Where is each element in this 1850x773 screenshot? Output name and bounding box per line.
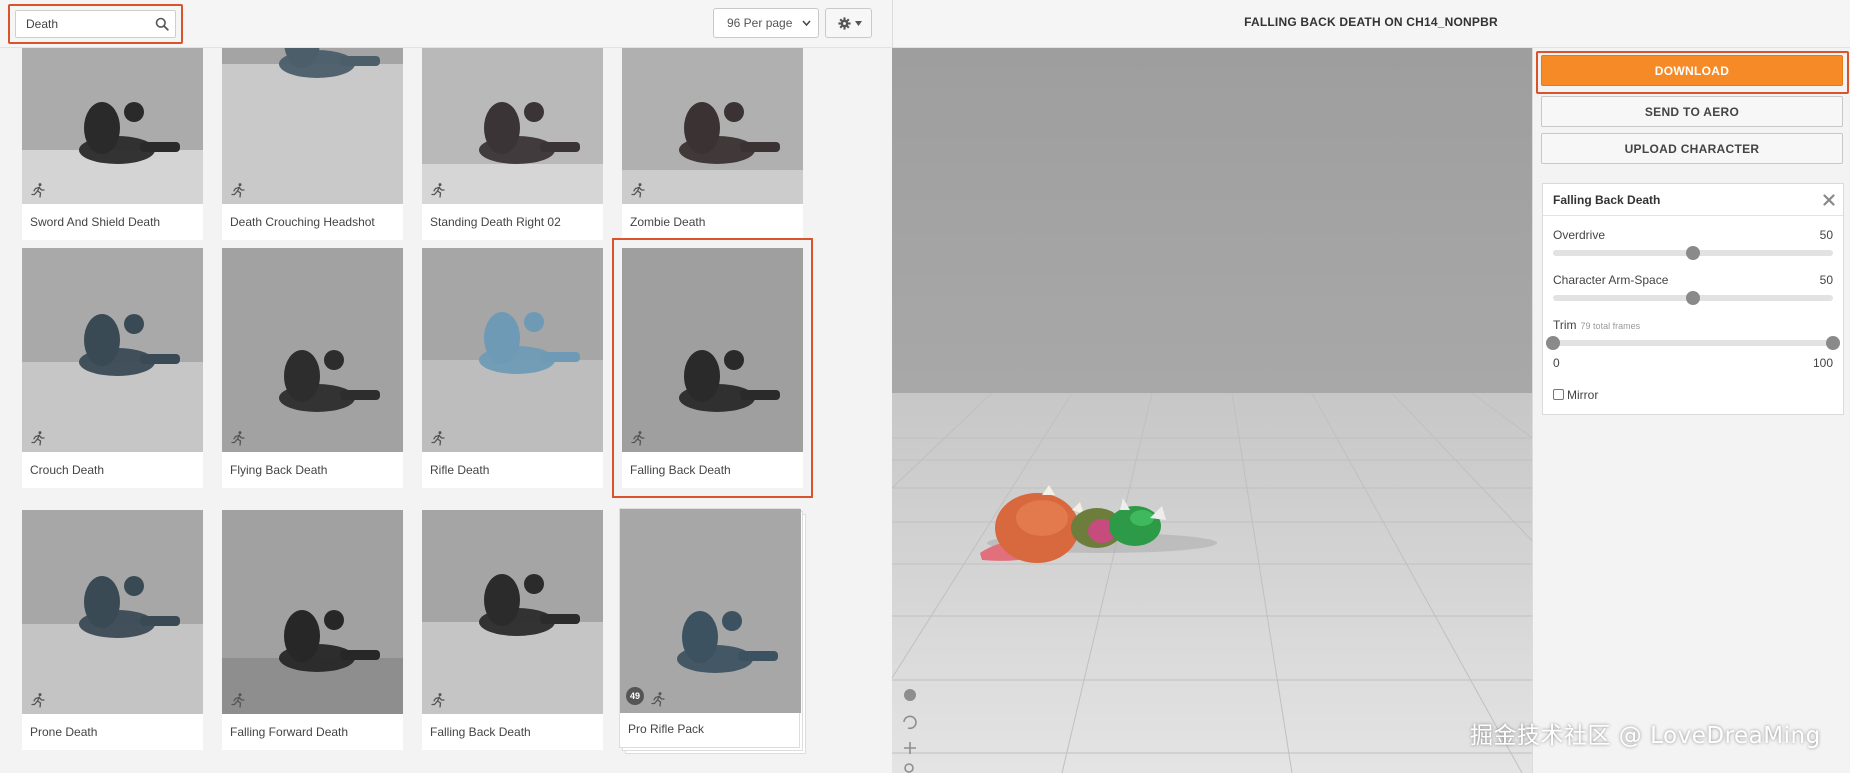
animation-card[interactable]: Rifle Death [422,248,603,488]
reset-view-icon[interactable] [904,689,916,701]
animation-thumbnail [422,510,603,714]
per-page-value: 96 Per page [727,16,793,30]
animation-thumbnail [22,510,203,714]
animation-card[interactable]: Prone Death [22,510,203,750]
animation-title: Pro Rifle Pack [628,722,705,736]
watermark-text: 掘金技术社区 @ LoveDreaMing [1470,723,1821,749]
floor [892,393,1532,773]
arm-space-slider[interactable] [1553,291,1833,305]
mirror-option[interactable]: Mirror [1553,388,1598,402]
animation-card[interactable]: Flying Back Death [222,248,403,488]
animation-settings-panel: DOWNLOAD SEND TO AERO UPLOAD CHARACTER F… [1532,48,1850,773]
arm-space-value: 50 [1819,273,1833,287]
overdrive-slider-handle[interactable] [1686,246,1700,260]
animation-runner-icon [31,693,45,708]
animation-runner-icon [431,431,445,446]
viewer-title: FALLING BACK DEATH ON CH14_NONPBR [1244,15,1498,29]
animation-title: Death Crouching Headshot [230,215,375,229]
animation-runner-icon [231,693,245,708]
app-root: Sword And Shield Death Death Crouching He… [0,0,1850,773]
animation-title: Falling Forward Death [230,725,349,739]
animation-title: Crouch Death [30,463,105,477]
animation-runner-icon [31,183,45,198]
trim-min-value: 0 [1553,356,1560,370]
animation-runner-icon [431,693,445,708]
trim-start-handle[interactable] [1546,336,1560,350]
character-viewport[interactable]: FALLING BACK DEATH ON CH14_NONPBR [892,0,1532,773]
animation-runner-icon [631,183,645,198]
send-to-aero-button[interactable]: SEND TO AERO [1541,96,1843,127]
animation-thumbnail [620,509,801,713]
animation-pack-card[interactable]: 49 Pro Rifle Pack [619,508,801,748]
viewer-title-wrap: FALLING BACK DEATH ON CH14_NONPBR [892,0,1532,48]
animation-runner-icon [431,183,445,198]
caret-down-icon [855,21,862,26]
download-button[interactable]: DOWNLOAD [1541,55,1843,86]
mirror-checkbox[interactable] [1553,389,1564,400]
animation-title: Zombie Death [630,215,706,229]
overdrive-slider[interactable] [1553,246,1833,260]
search-icon[interactable] [155,17,169,31]
animation-runner-icon [651,692,665,707]
animation-thumbnail [222,510,403,714]
animation-runner-icon [231,183,245,198]
arm-space-slider-handle[interactable] [1686,291,1700,305]
settings-header: Falling Back Death [1543,184,1843,216]
mirror-label: Mirror [1567,388,1599,402]
animation-library-panel: Sword And Shield Death Death Crouching He… [0,0,892,773]
selected-card-highlight [612,238,813,498]
upload-character-button[interactable]: UPLOAD CHARACTER [1541,133,1843,164]
trim-label-row: Trim 79 total frames [1553,318,1640,332]
animation-grid: Sword And Shield Death Death Crouching He… [0,0,892,773]
search-input[interactable] [16,11,148,37]
close-icon[interactable] [1823,194,1835,206]
3d-scene[interactable] [892,48,1532,773]
arm-space-label: Character Arm-Space [1553,273,1669,287]
settings-title: Falling Back Death [1553,193,1661,207]
search-box[interactable] [15,10,176,38]
trim-frame-count: 79 total frames [1580,321,1641,331]
settings-gear-button[interactable] [825,8,872,38]
animation-title: Falling Back Death [430,725,531,739]
gear-icon [838,17,851,30]
animation-thumbnail [422,248,603,452]
animation-thumbnail [22,248,203,452]
animation-thumbnail [222,248,403,452]
animation-title: Standing Death Right 02 [430,215,561,229]
animation-card[interactable]: Crouch Death [22,248,203,488]
animation-title: Rifle Death [430,463,490,477]
trim-range-slider[interactable] [1546,336,1840,350]
animation-settings-card: Falling Back Death Overdrive 50 Characte… [1542,183,1844,415]
search-highlight [8,4,183,44]
animation-card[interactable]: Falling Forward Death [222,510,403,750]
animation-runner-icon [31,431,45,446]
animation-title: Sword And Shield Death [30,215,161,229]
trim-end-handle[interactable] [1826,336,1840,350]
caret-down-icon [802,20,811,26]
animation-card[interactable]: Falling Back Death [422,510,603,750]
animation-title: Flying Back Death [230,463,328,477]
overdrive-label: Overdrive [1553,228,1606,242]
library-toolbar: 96 Per page [0,0,892,48]
animation-runner-icon [231,431,245,446]
overdrive-value: 50 [1819,228,1833,242]
trim-max-value: 100 [1812,356,1833,370]
animation-title: Prone Death [30,725,98,739]
per-page-select[interactable]: 96 Per page [713,8,819,38]
trim-label: Trim [1553,318,1577,332]
